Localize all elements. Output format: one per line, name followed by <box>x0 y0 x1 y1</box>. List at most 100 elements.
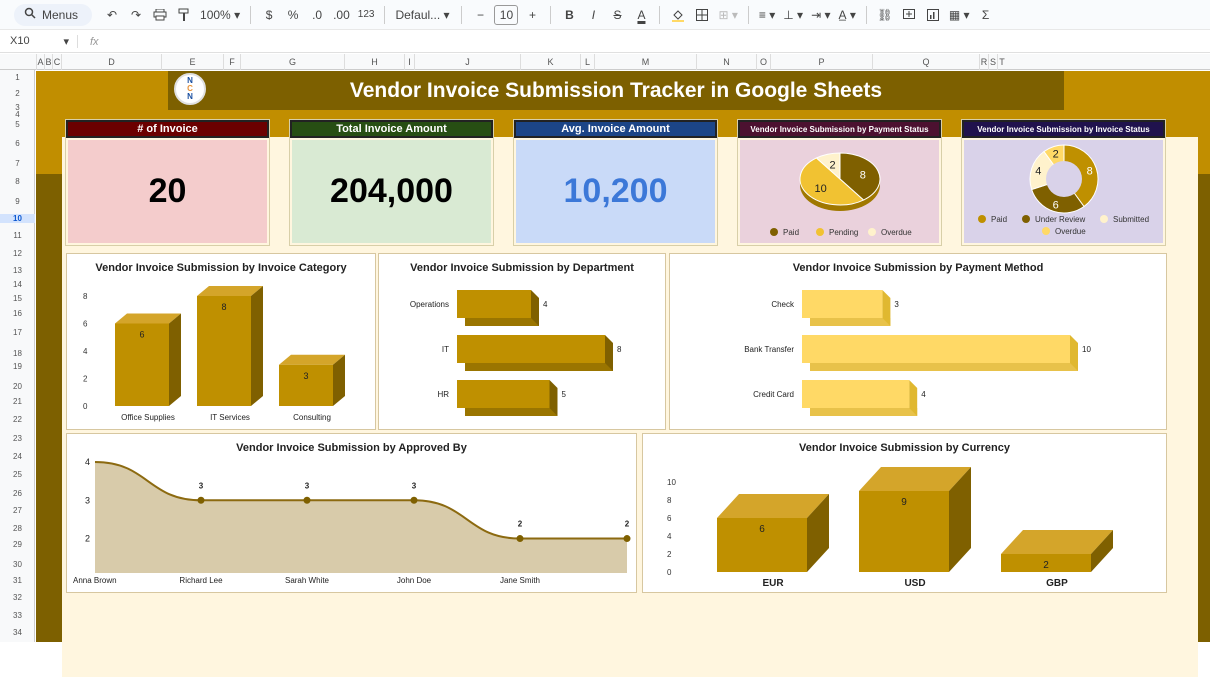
row-header[interactable]: 34 <box>0 628 35 637</box>
column-header[interactable]: H <box>344 54 404 70</box>
row-header[interactable]: 10 <box>0 214 35 223</box>
row-header[interactable]: 20 <box>0 382 35 391</box>
font-size-input[interactable]: 10 <box>494 4 519 25</box>
column-header[interactable]: F <box>223 54 240 70</box>
y-tick-label: 6 <box>83 320 88 329</box>
insert-comment-icon[interactable] <box>899 4 919 26</box>
column-header[interactable]: B <box>44 54 52 70</box>
name-box[interactable]: X10 ▾ <box>0 35 78 48</box>
row-header[interactable]: 15 <box>0 294 35 303</box>
insert-link-icon[interactable]: ⛓ <box>875 4 895 26</box>
row-header[interactable]: 22 <box>0 415 35 424</box>
column-header[interactable]: G <box>240 54 344 70</box>
currency-format-button[interactable]: $ <box>259 4 279 26</box>
column-header[interactable]: K <box>520 54 580 70</box>
row-header[interactable]: 30 <box>0 560 35 569</box>
row-header[interactable]: 5 <box>0 120 35 129</box>
column-header[interactable]: L <box>580 54 594 70</box>
percent-format-button[interactable]: % <box>283 4 303 26</box>
increase-decimal-button[interactable]: .00 <box>331 4 352 26</box>
bar-data-label: 9 <box>901 497 907 508</box>
borders-icon[interactable] <box>692 4 712 26</box>
column-header[interactable]: Q <box>872 54 979 70</box>
text-rotation-icon[interactable]: A̲ ▾ <box>836 4 857 26</box>
row-header[interactable]: 23 <box>0 434 35 443</box>
x-tick-label: EUR <box>762 578 784 589</box>
row-header[interactable]: 29 <box>0 540 35 549</box>
filter-views-icon[interactable]: ▦ ▾ <box>947 4 972 26</box>
redo-icon[interactable]: ↷ <box>126 4 146 26</box>
row-header[interactable]: 16 <box>0 309 35 318</box>
legend-swatch <box>1100 215 1108 223</box>
pie-data-label: 4 <box>1035 166 1041 178</box>
text-color-button[interactable]: A <box>631 4 651 26</box>
row-header[interactable]: 19 <box>0 362 35 371</box>
row-header[interactable]: 1 <box>0 73 35 82</box>
row-header[interactable]: 7 <box>0 159 35 168</box>
row-header[interactable]: 11 <box>0 231 35 240</box>
row-header[interactable]: 31 <box>0 576 35 585</box>
undo-icon[interactable]: ↶ <box>102 4 122 26</box>
row-header[interactable]: 26 <box>0 489 35 498</box>
row-header[interactable]: 13 <box>0 266 35 275</box>
legend-label: Paid <box>991 215 1007 224</box>
column-header[interactable]: R <box>979 54 988 70</box>
column-header[interactable]: M <box>594 54 696 70</box>
column-header[interactable]: N <box>696 54 756 70</box>
font-select[interactable]: Defaul... ▾ <box>393 4 453 26</box>
y-tick-label: 2 <box>85 534 90 544</box>
row-header[interactable]: 17 <box>0 328 35 337</box>
decrease-decimal-button[interactable]: .0 <box>307 4 327 26</box>
column-header[interactable]: I <box>404 54 414 70</box>
row-header[interactable]: 18 <box>0 349 35 358</box>
column-header[interactable]: O <box>756 54 770 70</box>
row-header[interactable]: 9 <box>0 197 35 206</box>
column-header[interactable]: D <box>61 54 161 70</box>
row-header[interactable]: 2 <box>0 89 35 98</box>
row-header[interactable]: 8 <box>0 177 35 186</box>
horizontal-align-icon[interactable]: ≡ ▾ <box>757 4 777 26</box>
row-header[interactable]: 6 <box>0 139 35 148</box>
paint-format-icon[interactable] <box>174 4 194 26</box>
x-tick-label: Sarah White <box>285 576 330 585</box>
column-header[interactable]: J <box>414 54 520 70</box>
column-header[interactable]: T <box>997 54 1006 70</box>
column-header[interactable]: C <box>52 54 61 70</box>
data-point <box>623 535 631 543</box>
vertical-align-icon[interactable]: ⊥ ▾ <box>781 4 805 26</box>
font-size-decrease-button[interactable]: − <box>470 4 490 26</box>
font-size-increase-button[interactable]: + <box>522 4 542 26</box>
functions-icon[interactable]: Σ <box>976 4 996 26</box>
row-header[interactable]: 12 <box>0 249 35 258</box>
zoom-value: 100% <box>200 7 231 22</box>
row-header[interactable]: 25 <box>0 470 35 479</box>
y-tick-label: Operations <box>410 300 449 309</box>
kpi-value: 204,000 <box>330 172 453 210</box>
print-icon[interactable] <box>150 4 170 26</box>
bold-button[interactable]: B <box>559 4 579 26</box>
insert-chart-icon[interactable] <box>923 4 943 26</box>
row-header[interactable]: 32 <box>0 593 35 602</box>
column-header[interactable]: P <box>770 54 872 70</box>
row-header[interactable]: 21 <box>0 397 35 406</box>
zoom-select[interactable]: 100% ▾ <box>198 4 242 26</box>
x-tick-label: John Doe <box>397 576 432 585</box>
number-format-button[interactable]: 123 <box>356 4 377 26</box>
menus-search[interactable]: Menus <box>14 3 93 26</box>
row-header[interactable]: 33 <box>0 611 35 620</box>
row-header[interactable]: 27 <box>0 506 35 515</box>
row-header[interactable]: 4 <box>0 110 35 119</box>
strikethrough-button[interactable]: S <box>607 4 627 26</box>
x-tick-label: Anna Brown <box>73 576 117 585</box>
merge-cells-icon[interactable]: ⊞ ▾ <box>716 4 739 26</box>
column-header[interactable]: E <box>161 54 223 70</box>
column-header[interactable]: A <box>36 54 44 70</box>
invoice-status-donut-chart: 8 6 42 Paid Under Review Submitted Overdue <box>978 144 1149 236</box>
row-header[interactable]: 14 <box>0 280 35 289</box>
row-header[interactable]: 24 <box>0 452 35 461</box>
column-header[interactable]: S <box>988 54 997 70</box>
text-wrap-icon[interactable]: ⇥ ▾ <box>809 4 832 26</box>
row-header[interactable]: 28 <box>0 524 35 533</box>
italic-button[interactable]: I <box>583 4 603 26</box>
fill-color-icon[interactable] <box>668 4 688 26</box>
